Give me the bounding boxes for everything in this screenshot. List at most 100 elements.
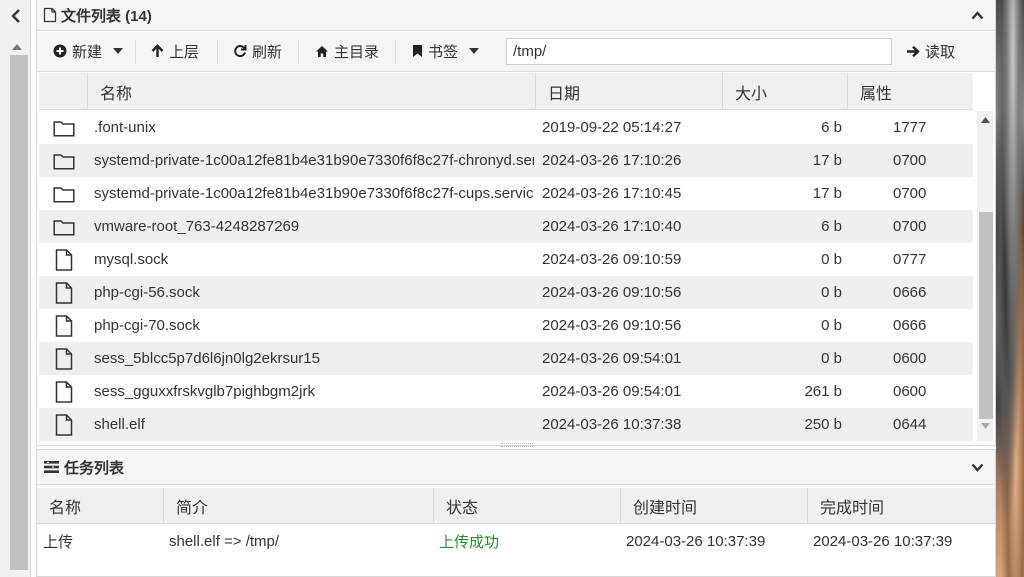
task-column-description: 简介 xyxy=(163,488,433,524)
scrollbar-thumb[interactable] xyxy=(979,212,993,419)
file-size: 17 b xyxy=(812,185,842,202)
tasks-icon xyxy=(44,461,59,473)
task-finished-time: 2024-03-26 10:37:39 xyxy=(813,532,953,550)
up-level-button[interactable]: 上层 xyxy=(151,32,199,70)
file-row[interactable]: systemd-private-1c00a12fe81b4e31b90e7330… xyxy=(39,144,973,177)
file-attributes: 1777 xyxy=(893,119,927,136)
left-scrollbar-thumb[interactable] xyxy=(10,55,28,570)
task-panel-title-text: 任务列表 xyxy=(64,459,125,477)
read-path-button[interactable]: 读取 xyxy=(906,32,955,70)
left-sidebar xyxy=(0,0,31,577)
column-header-attributes[interactable]: 属性 xyxy=(847,73,973,110)
bookmark-icon xyxy=(413,45,422,57)
file-name: mysql.sock xyxy=(94,251,169,268)
file-size: 17 b xyxy=(812,152,842,169)
task-table-header: 名称 简介 状态 创建时间 完成时间 xyxy=(37,488,995,524)
file-attributes: 0666 xyxy=(893,317,927,334)
folder-icon xyxy=(51,177,77,210)
column-header-size[interactable]: 大小 xyxy=(722,73,847,110)
file-attributes: 0700 xyxy=(893,185,927,202)
file-table-header: 名称 日期 大小 属性 xyxy=(39,73,973,110)
file-attributes: 0600 xyxy=(893,350,927,367)
home-directory-button[interactable]: 主目录 xyxy=(315,32,379,70)
file-list-scrollbar[interactable] xyxy=(977,111,993,441)
file-row[interactable]: .font-unix 2019-09-22 05:14:27 6 b 1777 xyxy=(39,111,973,144)
task-list-panel: 任务列表 名称 简介 状态 创建时间 完成时间 上传 shell.elf => … xyxy=(36,449,996,577)
task-status: 上传成功 xyxy=(439,533,500,551)
refresh-icon xyxy=(234,45,247,57)
file-row[interactable]: sess_5blcc5p7d6l6jn0lg2ekrsur15 2024-03-2… xyxy=(39,342,973,375)
caret-down-icon xyxy=(469,48,480,54)
bookmark-label: 书签 xyxy=(428,43,459,61)
file-size: 261 b xyxy=(804,383,842,400)
file-date: 2024-03-26 10:37:38 xyxy=(542,416,682,433)
collapse-file-panel-button[interactable] xyxy=(965,0,989,31)
file-attributes: 0600 xyxy=(893,383,927,400)
file-name: php-cgi-56.sock xyxy=(94,284,200,301)
file-name: shell.elf xyxy=(94,416,145,433)
scroll-up-arrow[interactable] xyxy=(11,41,23,51)
toolbar-divider xyxy=(135,40,136,64)
file-size: 0 b xyxy=(821,350,842,367)
home-icon xyxy=(316,45,328,57)
plus-circle-icon xyxy=(53,44,67,58)
caret-down-icon xyxy=(113,48,124,54)
file-date: 2019-09-22 05:14:27 xyxy=(542,119,682,136)
file-date: 2024-03-26 09:10:59 xyxy=(542,251,682,268)
task-panel-header: 任务列表 xyxy=(37,450,995,485)
file-date: 2024-03-26 17:10:26 xyxy=(542,152,682,169)
task-column-finished: 完成时间 xyxy=(807,488,995,524)
file-panel-title: 文件列表 (14) xyxy=(37,5,152,26)
caret-down-icon[interactable] xyxy=(981,423,990,429)
file-attributes: 0666 xyxy=(893,284,927,301)
caret-up-icon[interactable] xyxy=(981,117,990,123)
file-size: 250 b xyxy=(804,416,842,433)
chevron-left-icon xyxy=(10,8,20,23)
column-header-date[interactable]: 日期 xyxy=(535,73,722,110)
file-size: 6 b xyxy=(821,119,842,136)
file-date: 2024-03-26 09:54:01 xyxy=(542,350,682,367)
file-size: 0 b xyxy=(821,284,842,301)
refresh-button[interactable]: 刷新 xyxy=(233,32,282,70)
bookmark-button[interactable]: 书签 xyxy=(412,32,480,70)
file-row[interactable]: vmware-root_763-4248287269 2024-03-26 17:… xyxy=(39,210,973,243)
file-attributes: 0700 xyxy=(893,218,927,235)
file-row[interactable]: php-cgi-70.sock 2024-03-26 09:10:56 0 b 066… xyxy=(39,309,973,342)
folder-icon xyxy=(51,210,77,243)
task-row[interactable]: 上传 shell.elf => /tmp/ 上传成功 2024-03-26 10… xyxy=(37,524,995,558)
new-button[interactable]: 新建 xyxy=(53,32,124,70)
file-name: php-cgi-70.sock xyxy=(94,317,200,334)
panel-resize-handle[interactable] xyxy=(501,443,533,447)
file-row[interactable]: sess_gguxxfrskvglb7pighbgm2jrk 2024-03-26… xyxy=(39,375,973,408)
file-size: 0 b xyxy=(821,251,842,268)
read-path-label: 读取 xyxy=(925,43,956,61)
file-panel-header: 文件列表 (14) xyxy=(37,0,995,31)
file-row[interactable]: systemd-private-1c00a12fe81b4e31b90e7330… xyxy=(39,177,973,210)
task-description: shell.elf => /tmp/ xyxy=(169,532,280,550)
task-panel-title: 任务列表 xyxy=(37,457,124,478)
task-column-created: 创建时间 xyxy=(620,488,807,524)
chevron-down-icon xyxy=(971,463,983,472)
path-input[interactable] xyxy=(506,38,892,65)
background-photo xyxy=(996,0,1024,577)
arrow-right-icon xyxy=(907,45,920,57)
file-size: 0 b xyxy=(821,317,842,334)
file-date: 2024-03-26 17:10:45 xyxy=(542,185,682,202)
expand-task-panel-button[interactable] xyxy=(965,450,989,485)
task-column-status: 状态 xyxy=(433,488,620,524)
file-icon xyxy=(51,243,77,276)
file-row[interactable]: shell.elf 2024-03-26 10:37:38 250 b 0644 xyxy=(39,408,973,441)
file-row[interactable]: php-cgi-56.sock 2024-03-26 09:10:56 0 b 066… xyxy=(39,276,973,309)
file-size: 6 b xyxy=(821,218,842,235)
file-name: .font-unix xyxy=(94,119,156,136)
file-panel-title-text: 文件列表 (14) xyxy=(61,7,152,25)
file-date: 2024-03-26 09:10:56 xyxy=(542,317,682,334)
file-name: systemd-private-1c00a12fe81b4e31b90e7330… xyxy=(94,185,534,202)
toolbar-divider xyxy=(395,40,396,64)
collapse-sidebar-button[interactable] xyxy=(0,0,31,31)
file-row[interactable]: mysql.sock 2024-03-26 09:10:59 0 b 0777 xyxy=(39,243,973,276)
task-created-time: 2024-03-26 10:37:39 xyxy=(626,532,766,550)
file-attributes: 0777 xyxy=(893,251,927,268)
file-name: systemd-private-1c00a12fe81b4e31b90e7330… xyxy=(94,152,534,169)
column-header-name[interactable]: 名称 xyxy=(87,73,534,110)
